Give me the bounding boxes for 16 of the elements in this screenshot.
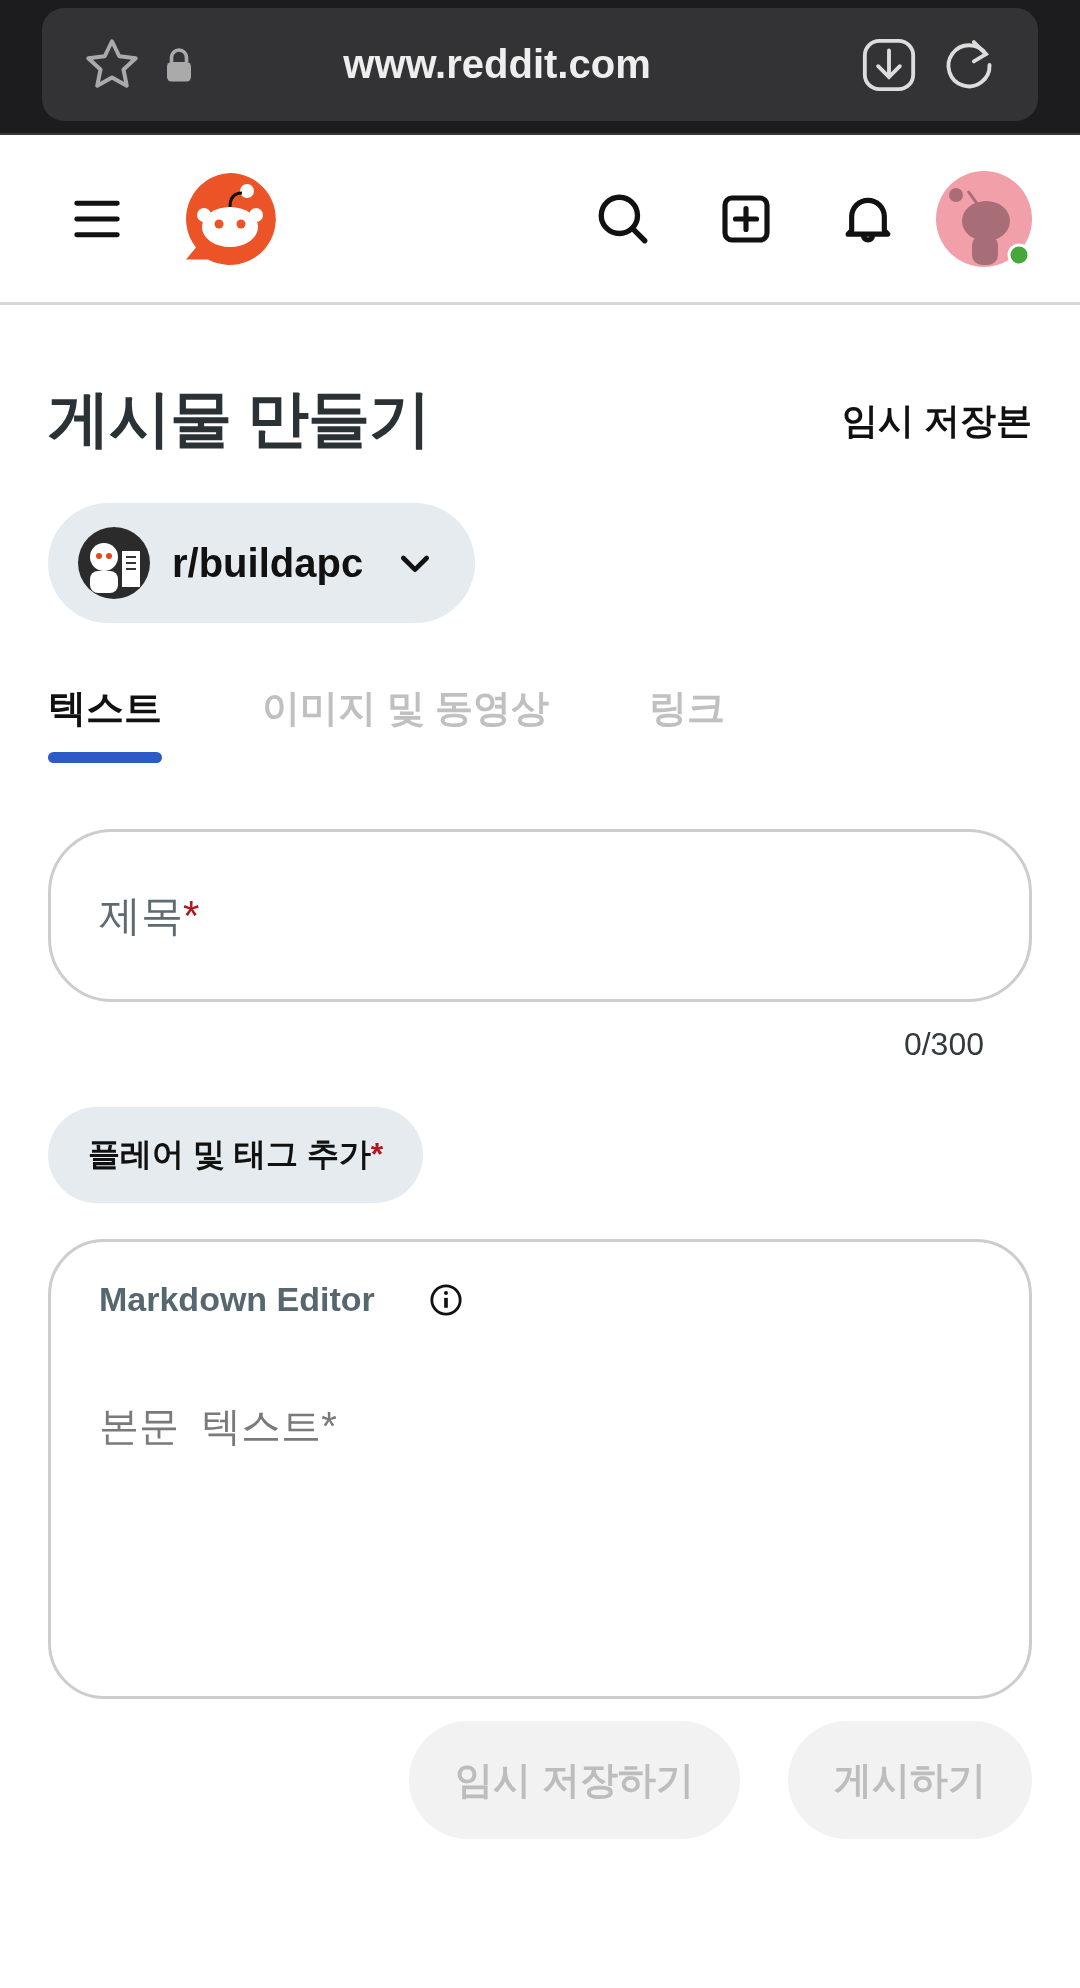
body-editor[interactable]: Markdown Editor 본문 텍스트* (48, 1239, 1032, 1699)
drafts-link[interactable]: 임시 저장본 (842, 397, 1032, 446)
address-bar[interactable]: www.reddit.com (42, 8, 1038, 121)
url-text: www.reddit.com (342, 42, 652, 87)
character-counter: 0/300 (902, 1026, 985, 1063)
tab[interactable]: 텍스트 (48, 683, 162, 807)
body-placeholder: 본문 텍스트* (99, 1403, 338, 1450)
title-field[interactable]: 제목* (48, 829, 1032, 1002)
editor-mode-label: Markdown Editor (99, 1280, 375, 1319)
avatar-icon[interactable] (934, 168, 1034, 269)
lock-icon (164, 46, 194, 83)
community-icon (78, 527, 150, 599)
flair-button[interactable]: 플레어 및 태그 추가* (48, 1107, 424, 1203)
info-icon[interactable] (428, 1282, 463, 1317)
page-title: 게시물 만들기 (48, 383, 431, 455)
community-selector[interactable]: r/buildapc (48, 503, 476, 623)
